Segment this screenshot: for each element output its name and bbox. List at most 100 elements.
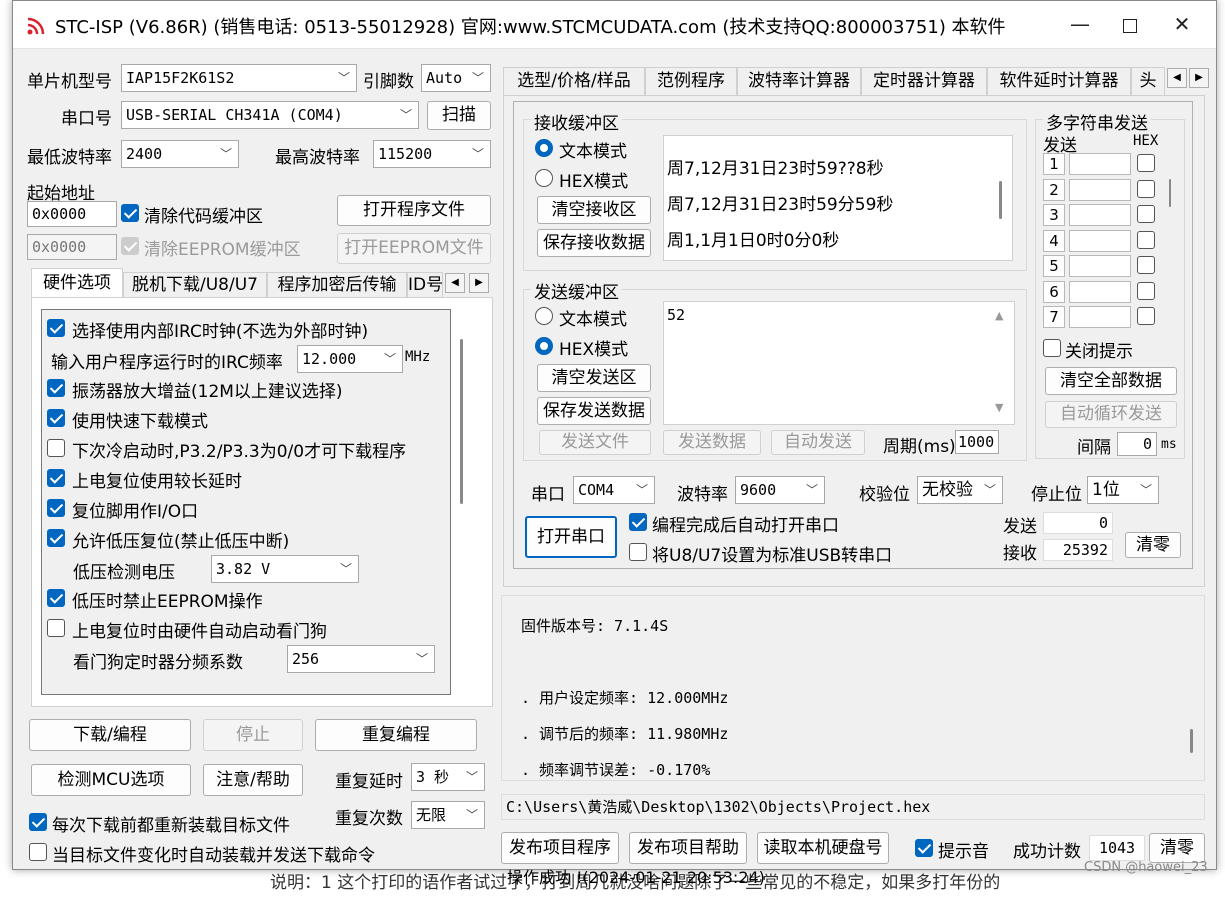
publish-program-button[interactable]: 发布项目程序 xyxy=(501,832,619,864)
tab-hardware-options[interactable]: 硬件选项 xyxy=(31,268,123,298)
right-tab-scroll-left-icon[interactable]: ◀ xyxy=(1167,68,1187,88)
minimize-icon[interactable]: — xyxy=(1057,7,1103,41)
tab-baud-calculator[interactable]: 波特率计算器 xyxy=(737,67,861,95)
read-disk-button[interactable]: 读取本机硬盘号 xyxy=(757,832,889,864)
power-on-delay-checkbox[interactable] xyxy=(47,469,65,487)
open-program-button[interactable]: 打开程序文件 xyxy=(337,195,491,226)
tab-scroll-left-icon[interactable]: ◀ xyxy=(445,273,465,293)
tab-delay-calculator[interactable]: 软件延时计算器 xyxy=(987,67,1131,95)
cold-boot-checkbox[interactable] xyxy=(47,439,65,457)
multi-string-input[interactable] xyxy=(1069,255,1131,277)
stop-bits-select[interactable]: 1位 ﹀ xyxy=(1087,476,1159,504)
tab-id-number[interactable]: ID号 xyxy=(407,272,443,298)
scroll-up-icon[interactable]: ▲ xyxy=(995,309,1003,322)
multi-string-input[interactable] xyxy=(1069,280,1131,303)
save-receive-button[interactable]: 保存接收数据 xyxy=(537,229,651,257)
watchdog-auto-checkbox[interactable] xyxy=(47,619,65,637)
tab-encrypt-transfer[interactable]: 程序加密后传输 xyxy=(267,272,407,298)
send-text-mode-radio[interactable] xyxy=(535,307,553,325)
clear-counts-button[interactable]: 清零 xyxy=(1125,532,1181,558)
tab-header[interactable]: 头 xyxy=(1131,67,1165,95)
clear-receive-button[interactable]: 清空接收区 xyxy=(537,196,651,224)
multi-hex-checkbox[interactable] xyxy=(1137,307,1155,325)
multi-send-button[interactable]: 4 xyxy=(1043,229,1065,252)
multi-send-button[interactable]: 1 xyxy=(1043,153,1065,175)
scroll-down-icon[interactable]: ▼ xyxy=(995,401,1003,414)
interval-input[interactable]: 0 xyxy=(1117,432,1157,456)
reprogram-button[interactable]: 重复编程 xyxy=(315,719,477,751)
multi-hex-checkbox[interactable] xyxy=(1137,230,1155,249)
auto-open-serial-checkbox[interactable] xyxy=(629,513,647,531)
right-tab-scroll-right-icon[interactable]: ▶ xyxy=(1189,68,1209,88)
watchdog-divider-select[interactable]: 256 ﹀ xyxy=(287,645,435,673)
multi-string-input[interactable] xyxy=(1069,153,1131,175)
close-hint-checkbox[interactable] xyxy=(1043,339,1061,357)
multi-string-input[interactable] xyxy=(1069,178,1131,201)
max-baud-select[interactable]: 115200 ﹀ xyxy=(373,140,491,168)
baud-rate-select[interactable]: 9600 ﹀ xyxy=(735,476,825,504)
auto-load-checkbox[interactable] xyxy=(29,843,47,861)
multi-string-scrollbar[interactable] xyxy=(1169,179,1171,207)
beep-checkbox[interactable] xyxy=(915,839,933,857)
save-send-button[interactable]: 保存发送数据 xyxy=(537,397,651,425)
multi-send-button[interactable]: 3 xyxy=(1043,204,1065,226)
multi-send-button[interactable]: 5 xyxy=(1043,255,1065,277)
receive-scrollbar[interactable] xyxy=(999,181,1002,219)
fast-download-checkbox[interactable] xyxy=(47,409,65,427)
help-button[interactable]: 注意/帮助 xyxy=(203,764,303,796)
irc-clock-checkbox[interactable] xyxy=(47,319,65,337)
parity-select[interactable]: 无校验 ﹀ xyxy=(917,476,1003,504)
reload-target-checkbox[interactable] xyxy=(29,813,47,831)
detect-mcu-button[interactable]: 检测MCU选项 xyxy=(31,764,191,796)
clear-code-checkbox[interactable] xyxy=(121,204,139,222)
send-textarea[interactable] xyxy=(663,301,1015,425)
multi-string-input[interactable] xyxy=(1069,306,1131,328)
download-program-button[interactable]: 下载/编程 xyxy=(29,719,191,751)
lvd-eeprom-checkbox[interactable] xyxy=(47,589,65,607)
multi-send-button[interactable]: 6 xyxy=(1043,280,1065,303)
tab-selection-price[interactable]: 选型/价格/样品 xyxy=(503,67,645,95)
multi-hex-checkbox[interactable] xyxy=(1137,281,1155,300)
mcu-model-select[interactable]: IAP15F2K61S2 ﹀ xyxy=(121,64,357,92)
close-icon[interactable]: ✕ xyxy=(1159,7,1205,41)
maximize-icon[interactable] xyxy=(1107,7,1153,41)
low-voltage-reset-checkbox[interactable] xyxy=(47,529,65,547)
multi-send-button[interactable]: 7 xyxy=(1043,306,1065,328)
multi-send-button[interactable]: 2 xyxy=(1043,178,1065,201)
recv-text-mode-radio[interactable] xyxy=(535,139,553,157)
start-address-input[interactable]: 0x0000 xyxy=(27,201,117,227)
clear-success-button[interactable]: 清零 xyxy=(1149,833,1205,863)
clear-all-button[interactable]: 清空全部数据 xyxy=(1045,367,1177,395)
multi-hex-checkbox[interactable] xyxy=(1137,256,1155,274)
u8u7-standard-checkbox[interactable] xyxy=(629,543,647,561)
repeat-delay-select[interactable]: 3 秒 ﹀ xyxy=(411,763,485,791)
lvd-select[interactable]: 3.82 V ﹀ xyxy=(211,555,359,583)
port-select[interactable]: USB-SERIAL CH341A (COM4) ﹀ xyxy=(121,101,419,129)
clear-send-button[interactable]: 清空发送区 xyxy=(537,364,651,392)
serial-port-select[interactable]: COM4 ﹀ xyxy=(573,476,655,504)
send-hex-mode-radio[interactable] xyxy=(535,337,553,355)
scan-button[interactable]: 扫描 xyxy=(427,101,491,130)
multi-hex-checkbox[interactable] xyxy=(1137,154,1155,172)
min-baud-select[interactable]: 2400 ﹀ xyxy=(121,140,239,168)
tab-scroll-right-icon[interactable]: ▶ xyxy=(469,273,489,293)
mcu-model-value: IAP15F2K61S2 xyxy=(126,69,235,87)
recv-hex-mode-radio[interactable] xyxy=(535,169,553,187)
irc-freq-select[interactable]: 12.000 ﹀ xyxy=(297,345,403,373)
tab-offline-download[interactable]: 脱机下载/U8/U7 xyxy=(123,272,267,298)
period-input[interactable]: 1000 xyxy=(955,430,999,454)
reset-io-checkbox[interactable] xyxy=(47,499,65,517)
open-serial-button[interactable]: 打开串口 xyxy=(525,516,617,558)
multi-hex-checkbox[interactable] xyxy=(1137,205,1155,223)
tab-timer-calculator[interactable]: 定时器计算器 xyxy=(861,67,987,95)
tab-sample-programs[interactable]: 范例程序 xyxy=(645,67,737,95)
multi-string-input[interactable] xyxy=(1069,229,1131,252)
options-scrollbar[interactable] xyxy=(460,339,463,504)
publish-help-button[interactable]: 发布项目帮助 xyxy=(629,832,747,864)
multi-string-input[interactable] xyxy=(1069,204,1131,226)
log-scrollbar[interactable] xyxy=(1190,729,1193,753)
pin-count-select[interactable]: Auto ﹀ xyxy=(421,64,491,92)
multi-hex-checkbox[interactable] xyxy=(1137,179,1155,198)
osc-gain-checkbox[interactable] xyxy=(47,379,65,397)
repeat-count-select[interactable]: 无限 ﹀ xyxy=(411,801,485,829)
